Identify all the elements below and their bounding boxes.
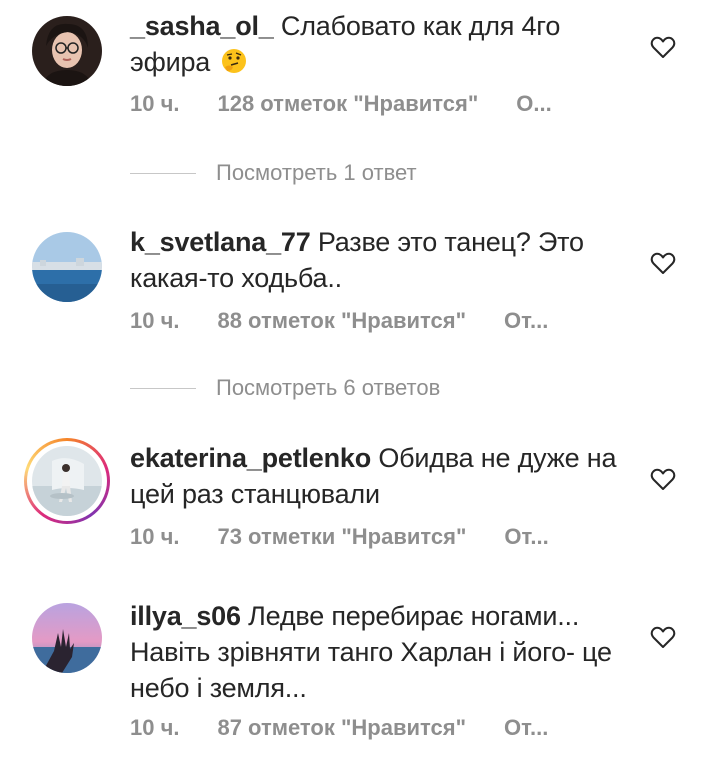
avatar[interactable] [32, 232, 102, 302]
comment-text: _sasha_ol_ Слабовато как для 4го эфира [130, 8, 620, 80]
thinking-face-emoji-icon [221, 47, 247, 73]
comment-text: ekaterina_petlenko Обидва не дуже на цей… [130, 440, 620, 512]
comment-time: 10 ч. [130, 91, 180, 116]
heart-outline-icon[interactable] [650, 35, 676, 59]
reply-button[interactable]: От... [504, 715, 548, 741]
comment-username[interactable]: illya_s06 [130, 601, 241, 631]
avatar [32, 446, 102, 516]
view-replies-label: Посмотреть 6 ответов [216, 375, 441, 400]
likes-count[interactable]: 88 отметок "Нравится" [217, 308, 466, 334]
replies-divider [130, 387, 196, 389]
comment-meta: 10 ч. 128 отметок "Нравится" О... [130, 91, 552, 117]
comment-meta: 10 ч. 88 отметок "Нравится" От... [130, 308, 548, 334]
comment-username[interactable]: ekaterina_petlenko [130, 443, 371, 473]
reply-button[interactable]: От... [504, 524, 548, 550]
heart-outline-icon[interactable] [650, 467, 676, 491]
likes-count[interactable]: 87 отметок "Нравится" [217, 715, 466, 741]
reply-button[interactable]: О... [516, 91, 551, 117]
comment-meta: 10 ч. 87 отметок "Нравится" От... [130, 715, 548, 741]
avatar[interactable] [32, 603, 102, 673]
heart-outline-icon[interactable] [650, 625, 676, 649]
story-ring[interactable] [24, 438, 110, 524]
comment-time: 10 ч. [130, 715, 180, 740]
view-replies-label: Посмотреть 1 ответ [216, 160, 417, 185]
comment-text: illya_s06 Ледве перебирає ногами... Наві… [130, 598, 620, 706]
comment-time: 10 ч. [130, 308, 180, 333]
likes-count[interactable]: 73 отметки "Нравится" [217, 524, 466, 550]
comment-username[interactable]: k_svetlana_77 [130, 227, 311, 257]
heart-outline-icon[interactable] [650, 251, 676, 275]
comment-time: 10 ч. [130, 524, 180, 549]
avatar[interactable] [32, 16, 102, 86]
view-replies-button[interactable]: Посмотреть 1 ответ [130, 158, 417, 188]
comment-username[interactable]: _sasha_ol_ [130, 11, 274, 41]
replies-divider [130, 172, 196, 174]
reply-button[interactable]: От... [504, 308, 548, 334]
comment-meta: 10 ч. 73 отметки "Нравится" От... [130, 524, 549, 550]
comment-text: k_svetlana_77 Разве это танец? Это какая… [130, 224, 620, 296]
likes-count[interactable]: 128 отметок "Нравится" [217, 91, 478, 117]
view-replies-button[interactable]: Посмотреть 6 ответов [130, 373, 440, 403]
